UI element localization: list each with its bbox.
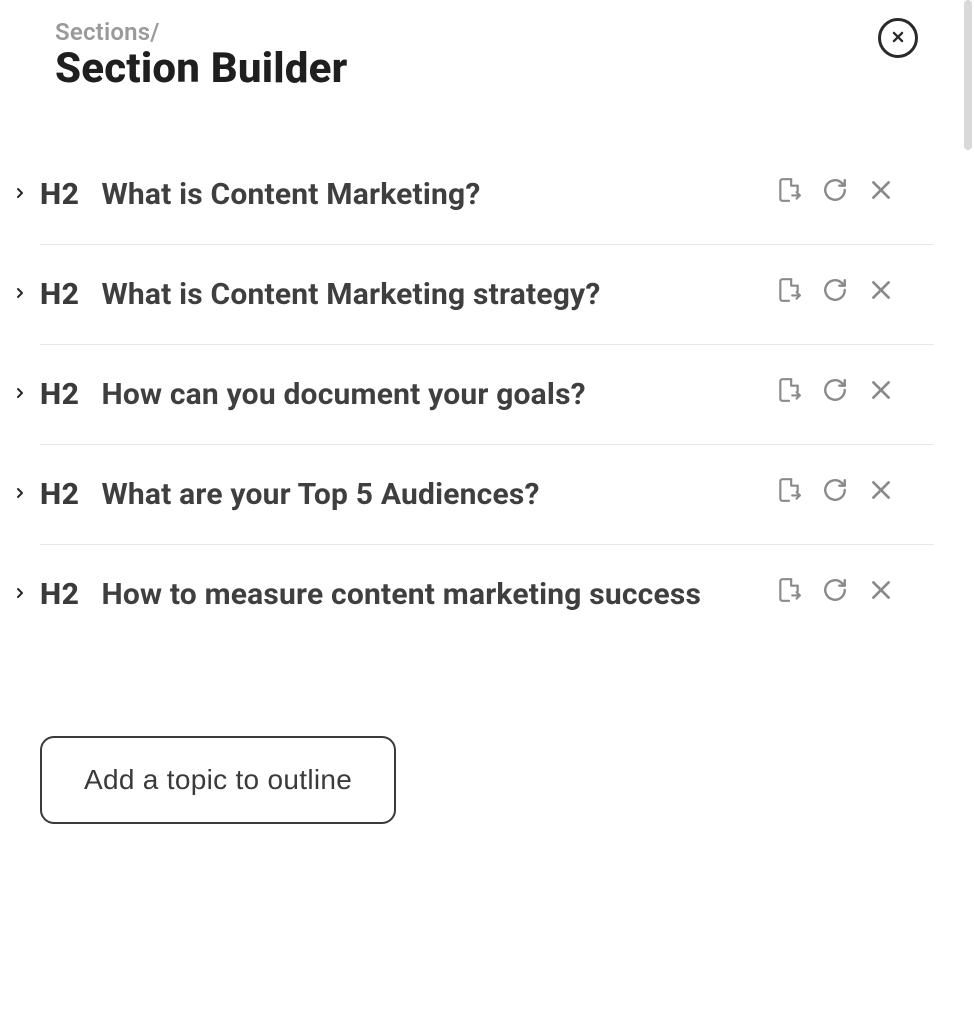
heading-level-badge: H2 xyxy=(40,577,79,612)
remove-icon[interactable] xyxy=(868,577,894,603)
section-title: What is Content Marketing? xyxy=(101,177,756,212)
section-title: What are your Top 5 Audiences? xyxy=(101,477,756,512)
section-title: How can you document your goals? xyxy=(101,377,756,412)
chevron-right-icon[interactable] xyxy=(14,387,30,403)
chevron-right-icon[interactable] xyxy=(14,187,30,203)
section-title: What is Content Marketing strategy? xyxy=(101,277,756,312)
sections-list: H2 What is Content Marketing? xyxy=(0,145,974,644)
row-actions xyxy=(776,477,894,503)
close-icon xyxy=(891,30,905,47)
close-button[interactable] xyxy=(878,18,918,58)
breadcrumb[interactable]: Sections/ xyxy=(55,18,974,46)
section-row[interactable]: H2 What is Content Marketing? xyxy=(40,145,934,245)
section-row[interactable]: H2 How to measure content marketing succ… xyxy=(40,545,934,644)
row-actions xyxy=(776,177,894,203)
row-actions xyxy=(776,277,894,303)
chevron-right-icon[interactable] xyxy=(14,487,30,503)
scrollbar-thumb[interactable] xyxy=(964,0,972,150)
document-export-icon[interactable] xyxy=(776,177,802,203)
document-export-icon[interactable] xyxy=(776,577,802,603)
row-actions xyxy=(776,377,894,403)
refresh-icon[interactable] xyxy=(822,377,848,403)
heading-level-badge: H2 xyxy=(40,277,79,312)
document-export-icon[interactable] xyxy=(776,377,802,403)
add-topic-button[interactable]: Add a topic to outline xyxy=(40,736,396,824)
refresh-icon[interactable] xyxy=(822,277,848,303)
refresh-icon[interactable] xyxy=(822,577,848,603)
remove-icon[interactable] xyxy=(868,277,894,303)
document-export-icon[interactable] xyxy=(776,277,802,303)
section-title: How to measure content marketing success xyxy=(101,577,756,612)
heading-level-badge: H2 xyxy=(40,377,79,412)
remove-icon[interactable] xyxy=(868,377,894,403)
row-actions xyxy=(776,577,894,603)
section-row[interactable]: H2 What are your Top 5 Audiences? xyxy=(40,445,934,545)
refresh-icon[interactable] xyxy=(822,177,848,203)
document-export-icon[interactable] xyxy=(776,477,802,503)
section-row[interactable]: H2 What is Content Marketing strategy? xyxy=(40,245,934,345)
page-title: Section Builder xyxy=(55,44,974,93)
heading-level-badge: H2 xyxy=(40,477,79,512)
section-row[interactable]: H2 How can you document your goals? xyxy=(40,345,934,445)
heading-level-badge: H2 xyxy=(40,177,79,212)
remove-icon[interactable] xyxy=(868,477,894,503)
header: Sections/ Section Builder xyxy=(0,0,974,93)
chevron-right-icon[interactable] xyxy=(14,287,30,303)
remove-icon[interactable] xyxy=(868,177,894,203)
chevron-right-icon[interactable] xyxy=(14,587,30,603)
refresh-icon[interactable] xyxy=(822,477,848,503)
